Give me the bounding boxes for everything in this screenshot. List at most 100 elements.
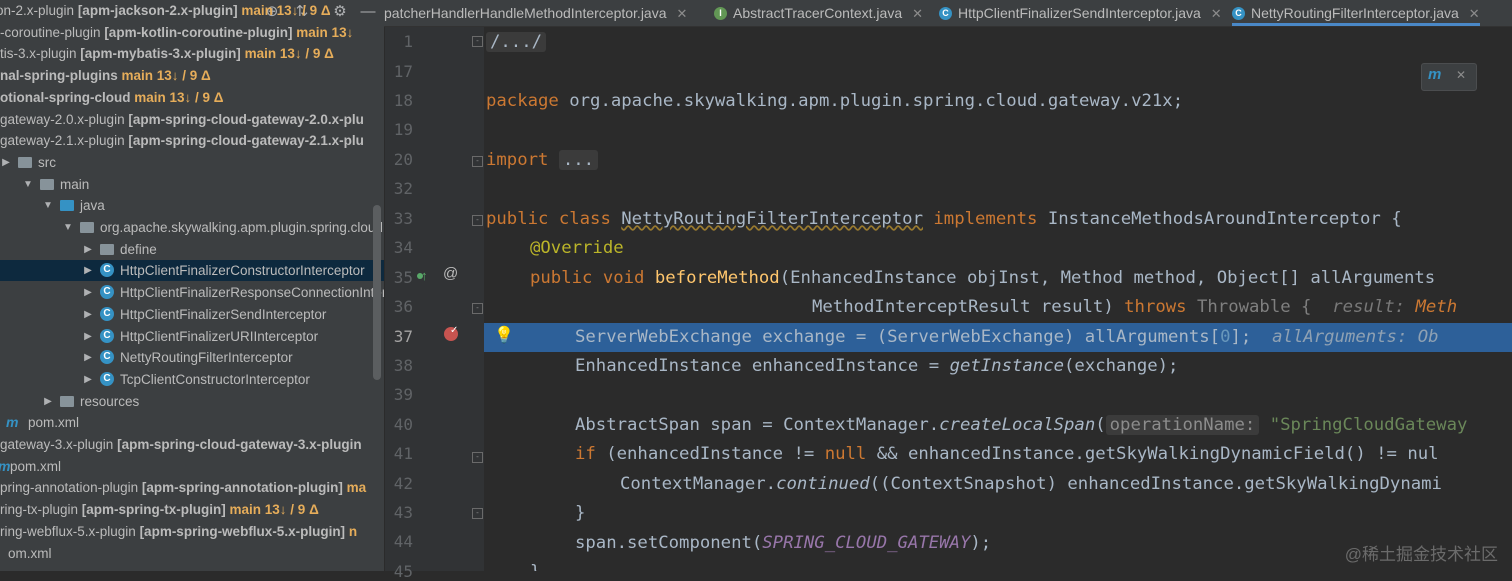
- tree-module-item[interactable]: gateway-3.x-plugin [apm-spring-cloud-gat…: [0, 434, 384, 455]
- tree-folder-item[interactable]: ▼ main: [0, 174, 384, 195]
- module-artifact: [apm-spring-annotation-plugin]: [141, 480, 343, 496]
- code-editor[interactable]: /.../ package org.apache.skywalking.apm.…: [484, 27, 1512, 571]
- folder-icon: [60, 200, 74, 212]
- collapse-arrow-icon[interactable]: ▶: [82, 282, 94, 303]
- line-number: 44: [393, 532, 413, 551]
- code-line-43: }: [575, 503, 586, 523]
- git-branch-status: main 13↓ / 9 Δ: [225, 502, 319, 518]
- code-line-44: span.setComponent(SPRING_CLOUD_GATEWAY);: [575, 533, 992, 553]
- close-icon[interactable]: ✕: [677, 6, 688, 21]
- tree-item-label: on-2.x-plugin [apm-jackson-2.x-plugin] m…: [0, 0, 331, 21]
- project-tree-panel: ⊕ ⇅ ⚙ — on-2.x-plugin [apm-jackson-2.x-p…: [0, 0, 385, 571]
- module-artifact: [apm-spring-webflux-5.x-plugin]: [139, 523, 346, 539]
- tree-scrollbar[interactable]: [373, 205, 381, 380]
- implements-dot-icon: [417, 273, 423, 279]
- line-number: 19: [393, 120, 413, 139]
- git-branch-status: ma: [342, 480, 367, 496]
- line-number: 32: [393, 179, 413, 198]
- collapse-arrow-icon[interactable]: ▶: [0, 152, 12, 173]
- collapse-arrow-icon[interactable]: ▶: [82, 260, 94, 281]
- maven-reload-popup: m ✕: [1421, 63, 1477, 91]
- tree-folder-item[interactable]: mpom.xml: [0, 412, 384, 433]
- expand-arrow-icon[interactable]: ▼: [42, 195, 54, 216]
- close-icon[interactable]: ✕: [1211, 6, 1222, 21]
- tree-item-label: HttpClientFinalizerResponseConnectionInt…: [120, 285, 385, 301]
- maven-icon[interactable]: m: [1428, 66, 1441, 83]
- close-icon[interactable]: ✕: [912, 6, 923, 21]
- fold-marker-icon[interactable]: -: [472, 36, 483, 47]
- tree-module-item[interactable]: tis-3.x-plugin [apm-mybatis-3.x-plugin] …: [0, 43, 384, 64]
- tree-module-item[interactable]: on-2.x-plugin [apm-jackson-2.x-plugin] m…: [0, 0, 384, 21]
- at-annotation-icon[interactable]: @: [443, 265, 458, 282]
- collapse-arrow-icon[interactable]: ▶: [82, 326, 94, 347]
- tree-class-item[interactable]: ▶ C HttpClientFinalizerURIInterceptor: [0, 326, 384, 347]
- tree-class-item[interactable]: ▶ C HttpClientFinalizerResponseConnectionI…: [0, 282, 384, 303]
- module-artifact: [apm-jackson-2.x-plugin]: [77, 3, 238, 18]
- maven-icon: m: [0, 456, 10, 477]
- folder-icon: [60, 395, 74, 407]
- line-number: 37: [393, 327, 413, 346]
- tree-item-label: tis-3.x-plugin [apm-mybatis-3.x-plugin] …: [0, 43, 334, 64]
- tree-item-label: ring-webflux-5.x-plugin [apm-spring-webf…: [0, 521, 357, 542]
- tree-module-item[interactable]: ring-webflux-5.x-plugin [apm-spring-webf…: [0, 521, 384, 542]
- editor-tab[interactable]: patcherHandlerHandleMethodInterceptor.ja…: [384, 0, 687, 26]
- fold-marker-icon[interactable]: -: [472, 156, 483, 167]
- collapse-arrow-icon[interactable]: ▶: [82, 347, 94, 368]
- module-name: on-2.x-plugin: [0, 3, 78, 18]
- fold-marker-icon[interactable]: -: [472, 215, 483, 226]
- editor-tab[interactable]: C HttpClientFinalizerSendInterceptor.java…: [939, 0, 1222, 26]
- code-line-35: public void beforeMethod(EnhancedInstanc…: [530, 268, 1436, 288]
- tree-module-item[interactable]: gateway-2.1.x-plugin [apm-spring-cloud-g…: [0, 130, 384, 151]
- tree-item-label: ring-tx-plugin [apm-spring-tx-plugin] ma…: [0, 499, 319, 520]
- tree-module-item[interactable]: otional-spring-cloud main 13↓ / 9 Δ: [0, 87, 384, 108]
- tree-class-item[interactable]: ▶ C TcpClientConstructorInterceptor: [0, 369, 384, 390]
- tree-module-item[interactable]: -coroutine-plugin [apm-kotlin-coroutine-…: [0, 22, 384, 43]
- interface-icon: I: [714, 6, 727, 20]
- tree-class-item[interactable]: ▶ C NettyRoutingFilterInterceptor: [0, 347, 384, 368]
- tree-module-item[interactable]: nal-spring-plugins main 13↓ / 9 Δ: [0, 65, 384, 86]
- code-line-34: @Override: [530, 238, 624, 258]
- line-number: 35: [393, 268, 413, 287]
- tree-folder-item[interactable]: ▶ src: [0, 152, 384, 173]
- line-number: 39: [393, 385, 413, 404]
- editor-tab[interactable]: I AbstractTracerContext.java ✕: [714, 0, 923, 26]
- fold-marker-icon[interactable]: -: [472, 508, 483, 519]
- popup-close-icon[interactable]: ✕: [1456, 68, 1466, 82]
- tree-folder-item[interactable]: om.xml: [0, 543, 384, 564]
- collapse-arrow-icon[interactable]: ▶: [42, 391, 54, 412]
- class-icon: C: [1232, 6, 1245, 20]
- tree-folder-item[interactable]: ▶ resources: [0, 391, 384, 412]
- tree-folder-item[interactable]: ▼ java: [0, 195, 384, 216]
- class-icon: C: [939, 6, 952, 20]
- tree-item-label: src: [38, 154, 56, 170]
- tree-module-item[interactable]: gateway-2.0.x-plugin [apm-spring-cloud-g…: [0, 109, 384, 130]
- collapse-arrow-icon[interactable]: ▶: [82, 369, 94, 390]
- collapse-arrow-icon[interactable]: ▶: [82, 239, 94, 260]
- collapse-arrow-icon[interactable]: ▶: [82, 304, 94, 325]
- close-icon[interactable]: ✕: [1469, 6, 1480, 21]
- lightbulb-icon[interactable]: 💡: [494, 325, 514, 345]
- editor-tab[interactable]: C NettyRoutingFilterInterceptor.java ✕: [1232, 0, 1480, 26]
- tree-module-item[interactable]: pring-annotation-plugin [apm-spring-anno…: [0, 477, 384, 498]
- expand-arrow-icon[interactable]: ▼: [22, 174, 34, 195]
- fold-marker-icon[interactable]: -: [472, 452, 483, 463]
- fold-marker-icon[interactable]: -: [472, 303, 483, 314]
- tab-label: AbstractTracerContext.java: [733, 5, 903, 21]
- tree-folder-item[interactable]: ▼ org.apache.skywalking.apm.plugin.spring…: [0, 217, 384, 238]
- expand-arrow-icon[interactable]: ▼: [62, 217, 74, 238]
- folded-imports[interactable]: ...: [558, 150, 599, 170]
- tree-class-item[interactable]: ▶ C HttpClientFinalizerSendInterceptor: [0, 304, 384, 325]
- folder-icon: [100, 243, 114, 255]
- tree-module-item[interactable]: ring-tx-plugin [apm-spring-tx-plugin] ma…: [0, 499, 384, 520]
- module-name: -coroutine-plugin: [0, 24, 105, 40]
- tree-folder-item[interactable]: ▶ define: [0, 239, 384, 260]
- tree-item-label: nal-spring-plugins main 13↓ / 9 Δ: [0, 65, 211, 86]
- code-line-37: ServerWebExchange exchange = (ServerWebE…: [575, 327, 1439, 347]
- watermark: @稀土掘金技术社区: [1344, 545, 1498, 564]
- tree-class-item[interactable]: ▶ C HttpClientFinalizerConstructorIntercep…: [0, 260, 384, 282]
- module-artifact: [apm-spring-cloud-gateway-3.x-plugin: [117, 437, 362, 452]
- line-number: 34: [393, 238, 413, 257]
- module-artifact: otional-spring-cloud: [0, 89, 131, 105]
- tree-folder-item[interactable]: mpom.xml: [0, 456, 384, 477]
- folded-region[interactable]: /.../: [486, 32, 547, 52]
